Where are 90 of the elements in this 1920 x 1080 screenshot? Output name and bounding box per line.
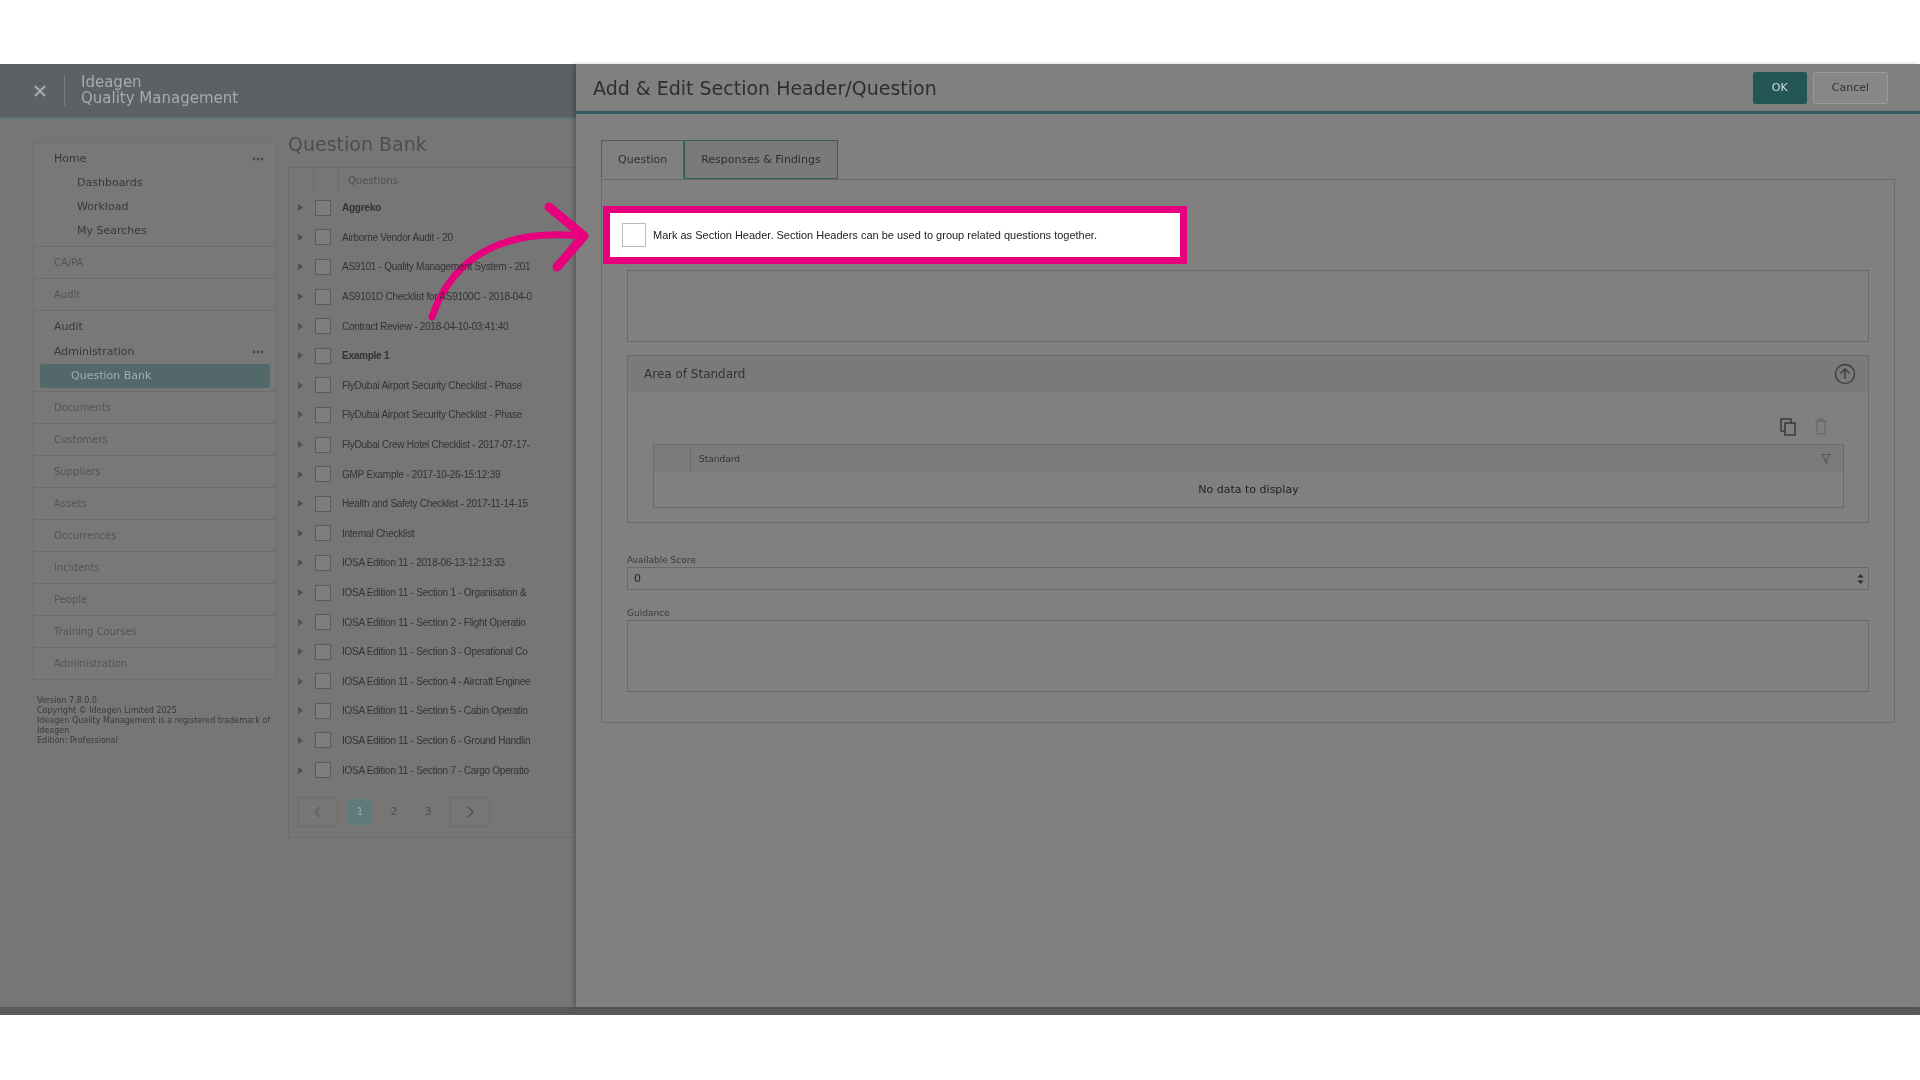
- row-checkbox[interactable]: [315, 525, 331, 542]
- product-name: Quality Management: [81, 90, 239, 107]
- expand-icon[interactable]: [298, 737, 303, 744]
- spinner-icon[interactable]: [1857, 572, 1864, 585]
- row-checkbox[interactable]: [315, 554, 331, 571]
- row-checkbox[interactable]: [315, 762, 331, 779]
- question-row[interactable]: Airborne Vendor Audit - 20: [342, 231, 453, 243]
- question-row[interactable]: Internal Checklist: [342, 527, 415, 539]
- expand-icon[interactable]: [298, 411, 303, 419]
- row-checkbox[interactable]: [315, 643, 331, 660]
- question-row[interactable]: Health and Safety Checklist - 2017-11-14-15: [342, 498, 528, 510]
- expand-icon[interactable]: [298, 322, 303, 330]
- question-row[interactable]: FlyDubai Airport Security Checklist - Phase: [342, 409, 522, 421]
- row-checkbox[interactable]: [315, 466, 331, 483]
- expand-icon[interactable]: [298, 500, 303, 508]
- filter-icon[interactable]: [1821, 453, 1831, 464]
- row-checkbox[interactable]: [315, 377, 331, 394]
- column-header: Standard: [699, 453, 741, 464]
- row-checkbox[interactable]: [315, 732, 331, 749]
- question-row[interactable]: IOSA Edition 11 - 2018-06-13-12:13:33: [342, 557, 505, 569]
- panel-title: Area of Standard: [644, 367, 746, 381]
- question-row[interactable]: IOSA Edition 11 - Section 2 - Flight Operatio: [342, 616, 526, 628]
- sidebar-item[interactable]: Audit: [54, 320, 83, 333]
- ok-button[interactable]: OK: [1752, 71, 1807, 104]
- sidebar-subitem[interactable]: My Searches: [40, 219, 270, 243]
- question-row[interactable]: IOSA Edition 11 - Section 1 - Organisation &: [342, 587, 527, 598]
- row-checkbox[interactable]: [315, 406, 331, 423]
- tab[interactable]: Responses & Findings: [684, 140, 838, 179]
- empty-message: No data to display: [1197, 482, 1300, 498]
- row-checkbox[interactable]: [315, 259, 331, 275]
- expand-icon[interactable]: [298, 293, 303, 301]
- row-checkbox[interactable]: [315, 288, 331, 305]
- question-row[interactable]: IOSA Edition 11 - Section 7 - Cargo Operatio: [342, 764, 529, 776]
- close-icon[interactable]: [33, 83, 47, 98]
- question-row[interactable]: IOSA Edition 11 - Section 4 - Aircraft Enginee: [342, 675, 531, 687]
- available-score-field[interactable]: 0: [627, 567, 1869, 590]
- expand-icon[interactable]: [298, 470, 303, 478]
- previous-page-button[interactable]: [298, 796, 338, 827]
- more-icon[interactable]: [252, 156, 264, 161]
- expand-icon[interactable]: [298, 204, 303, 212]
- chevron-left-icon: [314, 805, 322, 818]
- field-label: Guidance: [627, 608, 670, 618]
- row-checkbox[interactable]: [315, 229, 331, 246]
- copy-icon[interactable]: [1780, 418, 1796, 436]
- sidebar-item[interactable]: Administration: [54, 345, 135, 358]
- expand-icon[interactable]: [298, 263, 303, 271]
- expand-icon[interactable]: [298, 677, 303, 685]
- expand-icon[interactable]: [298, 618, 303, 626]
- row-checkbox[interactable]: [315, 673, 331, 690]
- collapse-icon[interactable]: [1834, 363, 1856, 385]
- expand-icon[interactable]: [298, 589, 303, 596]
- sidebar-item[interactable]: Home: [54, 152, 87, 165]
- expand-icon[interactable]: [298, 529, 303, 537]
- row-checkbox[interactable]: [315, 584, 331, 601]
- row-checkbox[interactable]: [315, 318, 331, 335]
- row-checkbox[interactable]: [315, 702, 331, 719]
- sidebar-subitem[interactable]: Dashboards: [40, 171, 270, 195]
- expand-icon[interactable]: [298, 707, 303, 715]
- expand-icon[interactable]: [298, 648, 303, 656]
- question-row[interactable]: Aggreko: [342, 202, 381, 214]
- row-checkbox[interactable]: [315, 495, 331, 512]
- question-row[interactable]: Example 1: [342, 350, 390, 362]
- chevron-right-icon: [466, 805, 474, 818]
- dialog-title: Add & Edit Section Header/Question: [593, 76, 937, 99]
- row-checkbox[interactable]: [315, 347, 331, 364]
- checkbox-label: Mark as Section Header. Section Headers can be used to group related questions together.: [653, 229, 1097, 241]
- cancel-button[interactable]: Cancel: [1812, 71, 1888, 104]
- expand-icon[interactable]: [298, 441, 303, 449]
- question-row[interactable]: Contract Review - 2018-04-10-03:41:40: [342, 320, 509, 332]
- row-checkbox[interactable]: [315, 199, 331, 216]
- brand-name: Ideagen: [81, 74, 143, 91]
- field-label: Available Score: [627, 555, 696, 565]
- question-row[interactable]: FlyDubai Crew Hotel Checklist - 2017-07-17-: [342, 439, 530, 451]
- expand-icon[interactable]: [298, 233, 303, 241]
- sidebar-subitem[interactable]: Workload: [40, 195, 270, 219]
- question-row[interactable]: IOSA Edition 11 - Section 5 - Cabin Operatio: [342, 705, 528, 717]
- expand-icon[interactable]: [298, 352, 303, 360]
- question-row[interactable]: GMP Example - 2017-10-26-15:12:39: [342, 468, 501, 480]
- row-checkbox[interactable]: [315, 614, 331, 631]
- question-row[interactable]: IOSA Edition 11 - Section 3 - Operational Co: [342, 646, 528, 658]
- next-page-button[interactable]: [450, 796, 490, 827]
- row-checkbox[interactable]: [315, 436, 331, 453]
- more-icon[interactable]: [252, 349, 264, 354]
- expand-icon[interactable]: [298, 381, 303, 389]
- expand-icon[interactable]: [298, 559, 303, 567]
- question-row[interactable]: IOSA Edition 11 - Section 6 - Ground Handlin: [342, 735, 531, 746]
- section-header-checkbox[interactable]: [622, 223, 646, 247]
- sidebar-subitem[interactable]: Question Bank: [40, 364, 270, 388]
- expand-icon[interactable]: [298, 766, 303, 774]
- question-row[interactable]: FlyDubai Airport Security Checklist - Phase: [342, 379, 522, 391]
